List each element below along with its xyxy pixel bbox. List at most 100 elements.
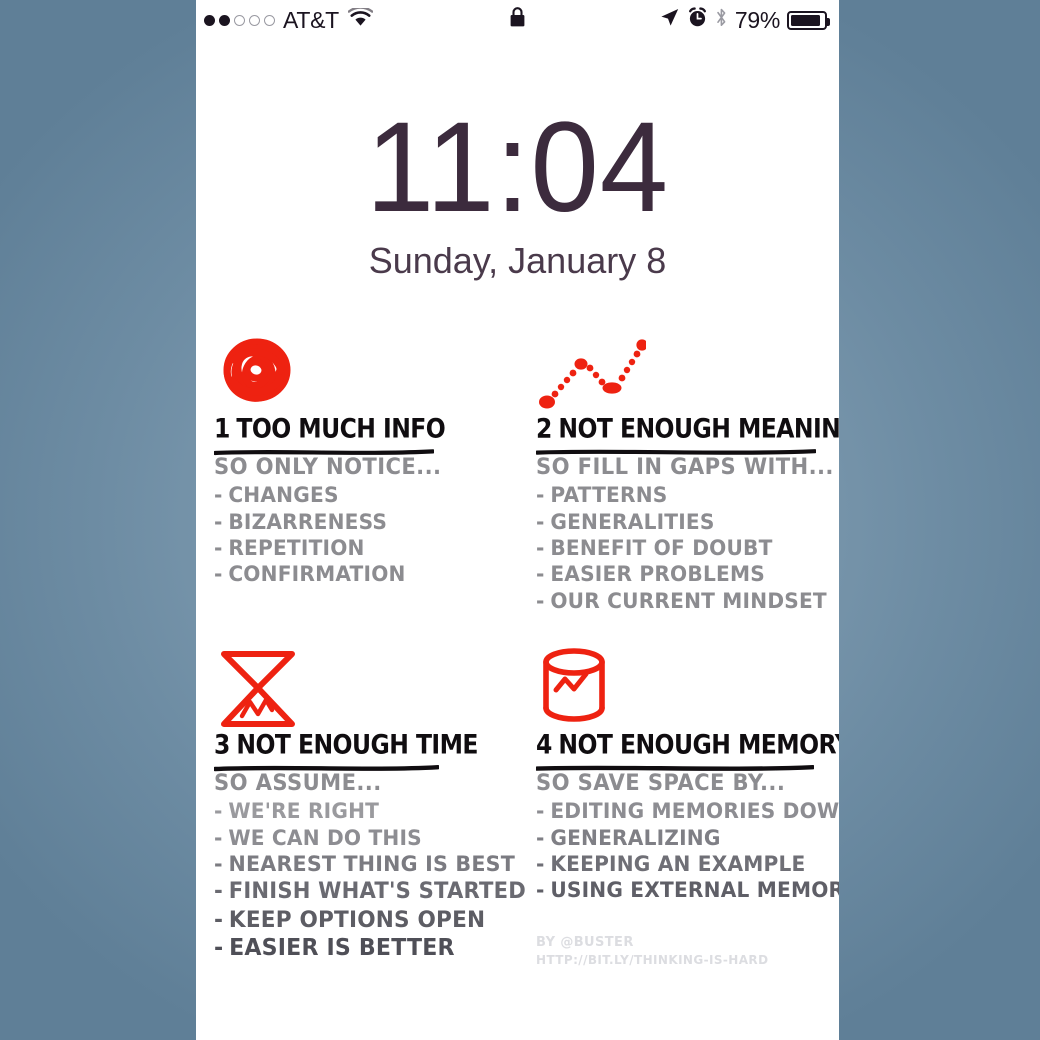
list-item-label: BENEFIT OF DOUBT <box>550 535 773 560</box>
bullet: - <box>536 878 545 903</box>
status-bar-right: 79% <box>659 6 830 34</box>
list-item-label: REPETITION <box>228 535 365 560</box>
bullet: - <box>536 483 545 508</box>
bullet: - <box>536 799 545 824</box>
list-item-label: EASIER IS BETTER <box>229 935 455 962</box>
red-hourglass-icon <box>214 646 514 730</box>
quadrant-3-heading: 3 NOT ENOUGH TIME <box>214 731 496 759</box>
list-item: - KEEP OPTIONS OPEN <box>214 906 502 934</box>
quadrant-3-number: 3 <box>214 729 230 760</box>
list-item-label: USING EXTERNAL MEMORY <box>550 878 839 903</box>
quadrant-2-subtitle: SO FILL IN GAPS WITH... <box>536 455 834 481</box>
list-item: - REPETITION <box>214 535 502 561</box>
list-item: - WE'RE RIGHT <box>214 798 502 824</box>
location-arrow-icon <box>659 7 680 33</box>
list-item-label: EDITING MEMORIES DOWN <box>550 799 839 824</box>
bullet: - <box>536 562 545 587</box>
quadrant-1-underline <box>212 443 514 456</box>
quadrant-1-subtitle: SO ONLY NOTICE... <box>214 455 442 481</box>
screenshot-canvas: AT&T 79% 11:04 Sunday, January 8 1 TOO M… <box>0 0 1040 1040</box>
list-item-label: BIZARRENESS <box>228 509 388 534</box>
quadrant-4-heading: 4 NOT ENOUGH MEMORY <box>536 729 839 760</box>
list-item: - PATTERNS <box>536 482 824 508</box>
quadrant-4-title: NOT ENOUGH MEMORY <box>558 729 839 760</box>
list-item: - CONFIRMATION <box>214 561 502 587</box>
bullet: - <box>214 935 224 962</box>
bullet: - <box>214 562 223 587</box>
list-item: - GENERALITIES <box>536 509 824 535</box>
list-item-label: WE CAN DO THIS <box>228 825 422 850</box>
list-item: - EASIER PROBLEMS <box>536 561 824 587</box>
list-item: - WE CAN DO THIS <box>214 825 502 851</box>
quadrant-1-heading: 1 TOO MUCH INFO <box>214 415 496 443</box>
quadrant-1-number: 1 <box>214 413 230 444</box>
bullet: - <box>536 509 545 534</box>
quadrant-4-underline <box>534 759 836 772</box>
quadrant-4-subtitle: SO SAVE SPACE BY... <box>536 771 786 797</box>
list-item-label: NEAREST THING IS BEST <box>228 851 515 877</box>
bullet: - <box>214 483 223 508</box>
quadrant-3-title: NOT ENOUGH TIME <box>236 729 478 760</box>
bullet: - <box>214 906 224 933</box>
quadrant-3-list: - WE'RE RIGHT - WE CAN DO THIS - NEAREST TH… <box>214 798 526 963</box>
red-scribble-ball-icon <box>214 330 514 414</box>
credit-block: BY @BUSTER HTTP://BIT.LY/THINKING-IS-HAR… <box>536 934 768 968</box>
list-item-label: FINISH WHAT'S STARTED <box>228 879 526 905</box>
bullet: - <box>536 535 545 560</box>
quadrant-2-title: NOT ENOUGH MEANING <box>558 413 839 444</box>
list-item: - FINISH WHAT'S STARTED <box>214 878 526 906</box>
quadrant-2-list: - PATTERNS - GENERALITIES - BENEFIT OF DOUB… <box>536 482 836 614</box>
status-bar: AT&T 79% <box>196 0 839 42</box>
list-item-label: KEEP OPTIONS OPEN <box>228 906 486 933</box>
clock-date: Sunday, January 8 <box>368 240 667 281</box>
bullet: - <box>214 799 223 824</box>
bullet: - <box>214 851 223 877</box>
quadrant-2-heading: 2 NOT ENOUGH MEANING <box>536 413 839 444</box>
quadrant-2-underline <box>534 443 836 455</box>
quadrant-2: 2 NOT ENOUGH MEANING SO FILL IN GAPS WITH… <box>534 330 839 614</box>
quadrant-4-list: - EDITING MEMORIES DOWN - GENERALIZING - KE… <box>536 798 839 904</box>
quadrant-4: 4 NOT ENOUGH MEMORY SO SAVE SPACE BY... -… <box>534 646 839 904</box>
list-item: - CHANGES <box>214 482 502 508</box>
bullet: - <box>536 825 545 850</box>
list-item: - BIZARRENESS <box>214 509 502 535</box>
battery-fill <box>791 14 820 26</box>
red-database-cylinder-icon <box>536 646 836 730</box>
list-item-label: GENERALIZING <box>550 825 721 850</box>
clock-time: 11:04 <box>365 96 670 239</box>
list-item: - KEEPING AN EXAMPLE <box>536 851 824 877</box>
quadrant-1: 1 TOO MUCH INFO SO ONLY NOTICE... - CHANGE… <box>212 330 514 588</box>
bullet: - <box>214 879 223 905</box>
lockscreen-clock-block: 11:04 Sunday, January 8 <box>196 104 839 282</box>
lock-icon <box>509 7 526 32</box>
quadrant-3-subtitle: SO ASSUME... <box>214 771 382 797</box>
bluetooth-icon <box>715 7 728 33</box>
list-item: - NEAREST THING IS BEST <box>214 851 515 878</box>
list-item-label: PATTERNS <box>550 483 668 508</box>
list-item: - USING EXTERNAL MEMORY <box>536 877 839 903</box>
credit-url: HTTP://BIT.LY/THINKING-IS-HARD <box>536 952 769 967</box>
red-dotted-zigzag-icon <box>536 330 836 414</box>
bullet: - <box>536 588 545 613</box>
bullet: - <box>214 825 223 850</box>
quadrant-2-number: 2 <box>536 413 552 444</box>
list-item: - OUR CURRENT MINDSET <box>536 588 827 614</box>
quadrant-4-number: 4 <box>536 729 552 760</box>
bullet: - <box>214 535 223 560</box>
bullet: - <box>536 851 545 876</box>
list-item: - EDITING MEMORIES DOWN <box>536 798 839 824</box>
alarm-clock-icon <box>687 7 708 33</box>
list-item-label: CHANGES <box>228 483 339 508</box>
list-item: - GENERALIZING <box>536 825 824 851</box>
phone-lockscreen-screenshot: AT&T 79% 11:04 Sunday, January 8 1 TOO M… <box>196 0 839 1040</box>
quadrant-3-underline <box>212 759 514 772</box>
list-item-label: GENERALITIES <box>550 509 715 534</box>
credit-author: BY @BUSTER <box>536 935 634 950</box>
list-item-label: WE'RE RIGHT <box>228 799 380 824</box>
list-item-label: CONFIRMATION <box>228 562 406 587</box>
battery-icon <box>787 10 830 30</box>
battery-percent-label: 79% <box>734 6 780 33</box>
quadrant-1-list: - CHANGES - BIZARRENESS - REPETITION - CONFI… <box>214 482 514 588</box>
list-item-label: EASIER PROBLEMS <box>550 562 765 587</box>
bullet: - <box>214 509 223 534</box>
